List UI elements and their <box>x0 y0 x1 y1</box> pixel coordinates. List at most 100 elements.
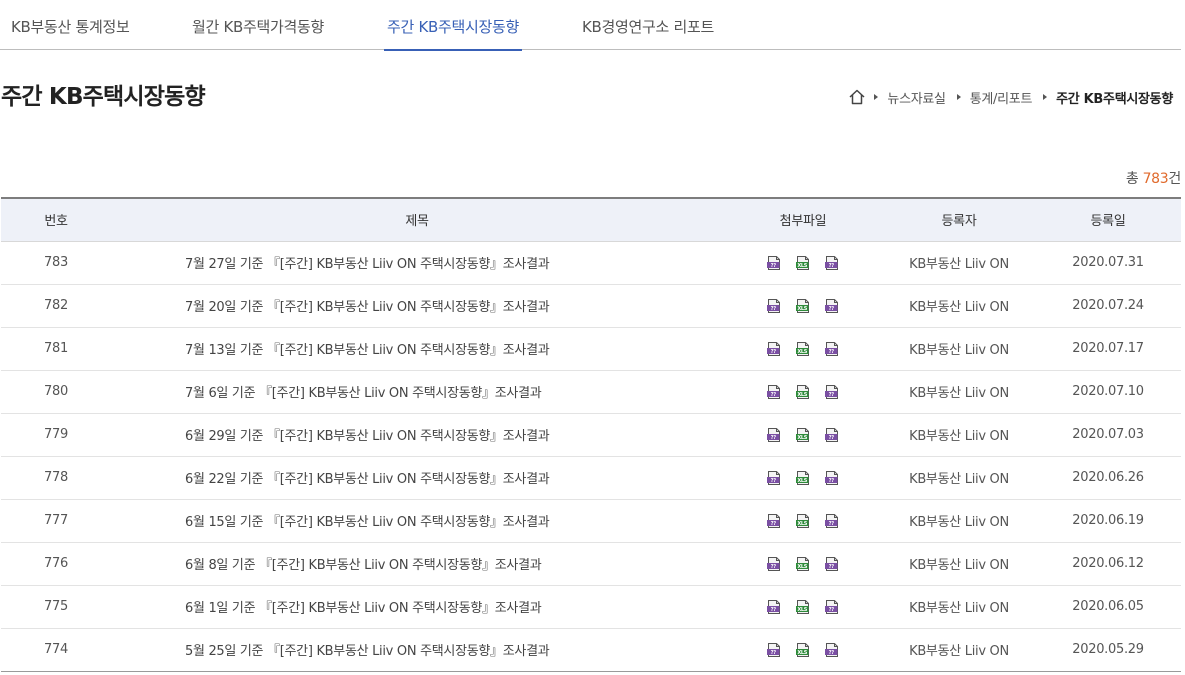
pdf-file-icon[interactable]: ?? <box>824 470 840 486</box>
xls-file-icon[interactable]: XLS <box>795 255 811 271</box>
pdf-file-icon[interactable]: ?? <box>824 298 840 314</box>
row-number: 783 <box>1 241 111 285</box>
column-header-title: 제목 <box>111 197 723 242</box>
row-title-link[interactable]: 6월 29일 기준 『[주간] KB부동산 Liiv ON 주택시장동향』조사결… <box>111 413 723 457</box>
row-date: 2020.07.24 <box>1035 284 1181 328</box>
xls-file-icon[interactable]: XLS <box>795 556 811 572</box>
breadcrumb: 뉴스자료실 통계/리포트 주간 KB주택시장동향 <box>848 86 1173 108</box>
row-author: KB부동산 Liiv ON <box>883 327 1035 371</box>
file-type-label: XLS <box>797 391 807 397</box>
row-title-link[interactable]: 6월 1일 기준 『[주간] KB부동산 Liiv ON 주택시장동향』조사결과 <box>111 585 723 629</box>
file-type-label: ?? <box>829 434 835 440</box>
row-date: 2020.06.26 <box>1035 456 1181 500</box>
row-number: 778 <box>1 456 111 500</box>
row-attachments: ?? XLS?? <box>723 585 883 629</box>
row-title-link[interactable]: 7월 27일 기준 『[주간] KB부동산 Liiv ON 주택시장동향』조사결… <box>111 241 723 285</box>
tab-kb-statistics[interactable]: KB부동산 통계정보 <box>11 0 130 50</box>
page-title: 주간 KB주택시장동향 <box>1 84 206 110</box>
hwp-file-icon[interactable]: ?? <box>766 556 782 572</box>
tab-weekly-market-trend[interactable]: 주간 KB주택시장동향 <box>384 0 522 51</box>
pdf-file-icon[interactable]: ?? <box>824 427 840 443</box>
row-title-link[interactable]: 6월 22일 기준 『[주간] KB부동산 Liiv ON 주택시장동향』조사결… <box>111 456 723 500</box>
file-type-label: ?? <box>829 348 835 354</box>
table-row[interactable]: 777 6월 15일 기준 『[주간] KB부동산 Liiv ON 주택시장동향』… <box>1 499 1181 543</box>
hwp-file-icon[interactable]: ?? <box>766 642 782 658</box>
row-date: 2020.07.31 <box>1035 241 1181 285</box>
row-attachments: ?? XLS?? <box>723 413 883 457</box>
file-type-label: ?? <box>829 520 835 526</box>
row-title-link[interactable]: 7월 6일 기준 『[주간] KB부동산 Liiv ON 주택시장동향』조사결과 <box>111 370 723 414</box>
home-icon[interactable] <box>848 88 866 106</box>
hwp-file-icon[interactable]: ?? <box>766 427 782 443</box>
hwp-file-icon[interactable]: ?? <box>766 255 782 271</box>
pdf-file-icon[interactable]: ?? <box>824 642 840 658</box>
file-type-label: ?? <box>771 649 777 655</box>
row-attachments: ?? XLS?? <box>723 456 883 500</box>
pdf-file-icon[interactable]: ?? <box>824 513 840 529</box>
table-row[interactable]: 779 6월 29일 기준 『[주간] KB부동산 Liiv ON 주택시장동향』… <box>1 413 1181 457</box>
xls-file-icon[interactable]: XLS <box>795 298 811 314</box>
row-number: 774 <box>1 628 111 672</box>
pdf-file-icon[interactable]: ?? <box>824 341 840 357</box>
breadcrumb-statistics-report[interactable]: 통계/리포트 <box>970 88 1033 107</box>
tab-monthly-price-trend[interactable]: 월간 KB주택가격동향 <box>192 0 324 50</box>
table-row[interactable]: 774 5월 25일 기준 『[주간] KB부동산 Liiv ON 주택시장동향』… <box>1 628 1181 672</box>
table-row[interactable]: 781 7월 13일 기준 『[주간] KB부동산 Liiv ON 주택시장동향』… <box>1 327 1181 371</box>
row-attachments: ?? XLS?? <box>723 241 883 285</box>
xls-file-icon[interactable]: XLS <box>795 599 811 615</box>
file-type-label: ?? <box>829 563 835 569</box>
row-attachments: ?? XLS?? <box>723 628 883 672</box>
xls-file-icon[interactable]: XLS <box>795 642 811 658</box>
breadcrumb-arrow-icon <box>1043 94 1048 100</box>
row-date: 2020.07.10 <box>1035 370 1181 414</box>
row-title-link[interactable]: 6월 8일 기준 『[주간] KB부동산 Liiv ON 주택시장동향』조사결과 <box>111 542 723 586</box>
hwp-file-icon[interactable]: ?? <box>766 341 782 357</box>
row-number: 775 <box>1 585 111 629</box>
breadcrumb-arrow-icon <box>956 94 961 100</box>
file-type-label: ?? <box>771 563 777 569</box>
breadcrumb-news-archive[interactable]: 뉴스자료실 <box>887 88 946 107</box>
row-author: KB부동산 Liiv ON <box>883 413 1035 457</box>
file-type-label: XLS <box>797 434 807 440</box>
xls-file-icon[interactable]: XLS <box>795 341 811 357</box>
row-number: 777 <box>1 499 111 543</box>
tab-research-report[interactable]: KB경영연구소 리포트 <box>582 0 714 50</box>
row-title-link[interactable]: 7월 20일 기준 『[주간] KB부동산 Liiv ON 주택시장동향』조사결… <box>111 284 723 328</box>
row-title-link[interactable]: 5월 25일 기준 『[주간] KB부동산 Liiv ON 주택시장동향』조사결… <box>111 628 723 672</box>
pdf-file-icon[interactable]: ?? <box>824 255 840 271</box>
file-type-label: XLS <box>797 649 807 655</box>
table-row[interactable]: 783 7월 27일 기준 『[주간] KB부동산 Liiv ON 주택시장동향』… <box>1 241 1181 285</box>
table-row[interactable]: 775 6월 1일 기준 『[주간] KB부동산 Liiv ON 주택시장동향』조… <box>1 585 1181 629</box>
xls-file-icon[interactable]: XLS <box>795 384 811 400</box>
pdf-file-icon[interactable]: ?? <box>824 384 840 400</box>
table-row[interactable]: 778 6월 22일 기준 『[주간] KB부동산 Liiv ON 주택시장동향』… <box>1 456 1181 500</box>
row-date: 2020.07.03 <box>1035 413 1181 457</box>
table-row[interactable]: 780 7월 6일 기준 『[주간] KB부동산 Liiv ON 주택시장동향』조… <box>1 370 1181 414</box>
xls-file-icon[interactable]: XLS <box>795 427 811 443</box>
breadcrumb-arrow-icon <box>874 94 879 100</box>
file-type-label: ?? <box>829 262 835 268</box>
table-row[interactable]: 782 7월 20일 기준 『[주간] KB부동산 Liiv ON 주택시장동향』… <box>1 284 1181 328</box>
row-title-link[interactable]: 6월 15일 기준 『[주간] KB부동산 Liiv ON 주택시장동향』조사결… <box>111 499 723 543</box>
table-row[interactable]: 776 6월 8일 기준 『[주간] KB부동산 Liiv ON 주택시장동향』조… <box>1 542 1181 586</box>
pdf-file-icon[interactable]: ?? <box>824 556 840 572</box>
row-date: 2020.06.05 <box>1035 585 1181 629</box>
table-header-row: 번호 제목 첨부파일 등록자 등록일 <box>1 197 1181 242</box>
row-title-link[interactable]: 7월 13일 기준 『[주간] KB부동산 Liiv ON 주택시장동향』조사결… <box>111 327 723 371</box>
xls-file-icon[interactable]: XLS <box>795 470 811 486</box>
board-table: 번호 제목 첨부파일 등록자 등록일 783 7월 27일 기준 『[주간] KB… <box>1 197 1181 672</box>
file-type-label: ?? <box>771 606 777 612</box>
hwp-file-icon[interactable]: ?? <box>766 384 782 400</box>
file-type-label: XLS <box>797 563 807 569</box>
xls-file-icon[interactable]: XLS <box>795 513 811 529</box>
row-attachments: ?? XLS?? <box>723 370 883 414</box>
row-author: KB부동산 Liiv ON <box>883 370 1035 414</box>
hwp-file-icon[interactable]: ?? <box>766 599 782 615</box>
hwp-file-icon[interactable]: ?? <box>766 470 782 486</box>
row-date: 2020.05.29 <box>1035 628 1181 672</box>
hwp-file-icon[interactable]: ?? <box>766 513 782 529</box>
pdf-file-icon[interactable]: ?? <box>824 599 840 615</box>
row-date: 2020.06.12 <box>1035 542 1181 586</box>
hwp-file-icon[interactable]: ?? <box>766 298 782 314</box>
file-type-label: XLS <box>797 606 807 612</box>
